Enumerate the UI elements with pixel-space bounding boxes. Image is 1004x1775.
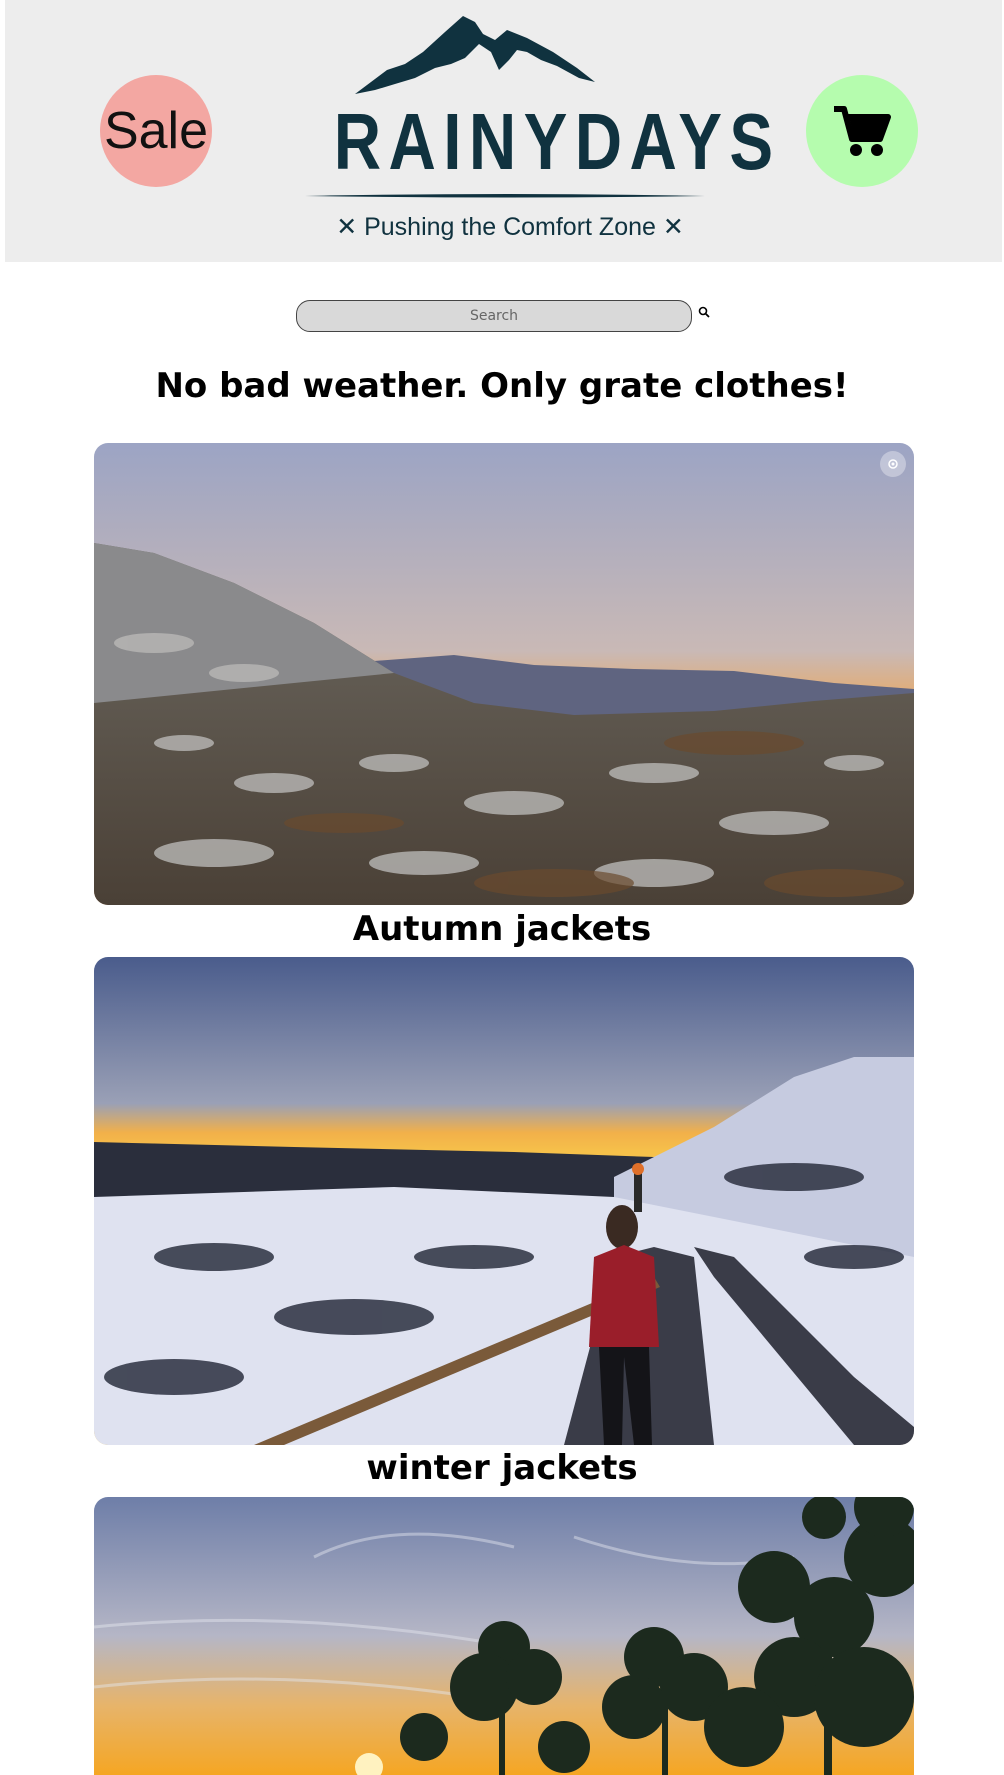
- category-card-trees[interactable]: [94, 1497, 914, 1775]
- sale-button[interactable]: Sale: [100, 75, 212, 187]
- category-card-autumn[interactable]: [94, 443, 914, 905]
- winter-path-image: [94, 957, 914, 1445]
- trees-sunset-image: [94, 1497, 914, 1775]
- autumn-landscape-image: [94, 443, 914, 905]
- cart-button[interactable]: [806, 75, 918, 187]
- site-header: Sale RAINYDAYS ✕ Pushing the Comfort Zon…: [5, 0, 1002, 262]
- logo-wordmark: RAINYDAYS: [333, 97, 781, 186]
- search-input[interactable]: [296, 300, 692, 332]
- image-lens-icon[interactable]: [880, 451, 906, 477]
- rainydays-logo[interactable]: RAINYDAYS ✕ Pushing the Comfort Zone ✕: [295, 12, 781, 242]
- cart-icon: [834, 106, 891, 156]
- category-title-winter[interactable]: winter jackets: [0, 1448, 1004, 1488]
- category-title-autumn[interactable]: Autumn jackets: [0, 909, 1004, 949]
- search-bar: [296, 300, 716, 334]
- category-card-winter[interactable]: [94, 957, 914, 1445]
- page-headline: No bad weather. Only grate clothes!: [155, 366, 849, 406]
- search-icon[interactable]: [698, 306, 710, 318]
- logo-underline: [305, 194, 705, 198]
- logo-tagline: ✕ Pushing the Comfort Zone ✕: [336, 213, 684, 241]
